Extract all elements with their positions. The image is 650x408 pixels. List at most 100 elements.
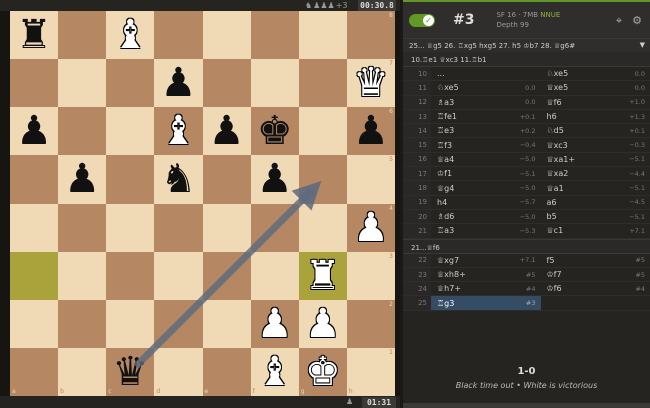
- square-c5[interactable]: [106, 155, 155, 204]
- variation-line-2[interactable]: 21...♕f6: [403, 238, 650, 254]
- square-d7[interactable]: ♟: [154, 59, 203, 108]
- white-move[interactable]: ♕g4 −5.0: [431, 181, 541, 194]
- white-queen-icon[interactable]: ♛: [347, 59, 395, 107]
- black-move[interactable]: ♕f6 +1.0: [541, 96, 650, 109]
- square-c7[interactable]: [106, 59, 155, 108]
- square-b3[interactable]: [58, 251, 107, 300]
- square-g1[interactable]: g ♚: [298, 347, 347, 396]
- square-a3[interactable]: [10, 251, 59, 300]
- square-h6[interactable]: 6 ♟: [346, 107, 395, 156]
- white-move[interactable]: ♖g3 #3: [431, 296, 541, 310]
- square-g4[interactable]: [298, 203, 347, 252]
- square-h4[interactable]: 4 ♟: [346, 203, 395, 252]
- square-h2[interactable]: 2: [346, 299, 395, 348]
- black-pawn-icon[interactable]: ♟: [154, 59, 202, 107]
- variation-line-1[interactable]: 10.♖e1 ♕xc3 11.♖b1: [403, 52, 650, 67]
- black-move[interactable]: f5 #5: [541, 254, 650, 267]
- square-f4[interactable]: [250, 203, 299, 252]
- square-h7[interactable]: 7 ♛: [346, 59, 395, 108]
- white-move[interactable]: ♖e3 +0.2: [431, 124, 541, 137]
- square-c3[interactable]: [106, 251, 155, 300]
- square-e3[interactable]: [202, 251, 251, 300]
- square-d4[interactable]: [154, 203, 203, 252]
- square-a5[interactable]: [10, 155, 59, 204]
- square-f2[interactable]: ♟: [250, 299, 299, 348]
- white-move[interactable]: ♖fe1 +0.1: [431, 110, 541, 123]
- white-rook-icon[interactable]: ♜: [299, 252, 347, 300]
- black-pawn-icon[interactable]: ♟: [58, 155, 106, 203]
- square-a6[interactable]: ♟: [10, 107, 59, 156]
- square-g3[interactable]: ♜: [298, 251, 347, 300]
- white-pawn-icon[interactable]: ♟: [299, 300, 347, 348]
- white-move[interactable]: h4 −5.7: [431, 196, 541, 209]
- gear-icon[interactable]: ⚙: [632, 14, 642, 28]
- square-g8[interactable]: [298, 11, 347, 60]
- white-move[interactable]: ♕xg7 +7.1: [431, 254, 541, 267]
- white-move[interactable]: ...: [431, 67, 541, 80]
- square-b8[interactable]: [58, 11, 107, 60]
- square-d8[interactable]: [154, 11, 203, 60]
- square-f5[interactable]: ♟: [250, 155, 299, 204]
- principal-variation[interactable]: 25... ♕g5 26. ♖xg5 hxg5 27. h5 ♔b7 28. ♕…: [403, 38, 650, 52]
- black-move[interactable]: ♕c1 +7.1: [541, 224, 650, 237]
- black-move[interactable]: ♘xe5 0.0: [541, 67, 650, 80]
- black-move[interactable]: ♔f6 #4: [541, 282, 650, 295]
- black-move[interactable]: ♕xa2 −4.4: [541, 167, 650, 180]
- white-move[interactable]: ♖f3 −0.4: [431, 138, 541, 151]
- black-move[interactable]: h6 +1.3: [541, 110, 650, 123]
- square-e6[interactable]: ♟: [202, 107, 251, 156]
- black-move[interactable]: ♔f7 #5: [541, 268, 650, 281]
- square-g5[interactable]: [298, 155, 347, 204]
- white-pawn-icon[interactable]: ♟: [251, 300, 299, 348]
- white-bishop-icon[interactable]: ♝: [106, 11, 154, 59]
- square-e8[interactable]: [202, 11, 251, 60]
- white-bishop-icon[interactable]: ♝: [154, 107, 202, 155]
- square-b5[interactable]: ♟: [58, 155, 107, 204]
- white-move[interactable]: ♕h7+ #4: [431, 282, 541, 295]
- white-move[interactable]: ♖a3 −5.3: [431, 224, 541, 237]
- black-move[interactable]: ♕xc3 −0.3: [541, 138, 650, 151]
- square-d6[interactable]: ♝: [154, 107, 203, 156]
- square-d2[interactable]: [154, 299, 203, 348]
- square-a2[interactable]: [10, 299, 59, 348]
- black-move[interactable]: ♕a1 −5.1: [541, 181, 650, 194]
- square-f1[interactable]: f ♝: [250, 347, 299, 396]
- caret-down-icon[interactable]: ▼: [640, 41, 645, 49]
- square-h3[interactable]: 3: [346, 251, 395, 300]
- square-c1[interactable]: c ♛: [106, 347, 155, 396]
- square-d5[interactable]: ♞: [154, 155, 203, 204]
- square-b2[interactable]: [58, 299, 107, 348]
- square-h1[interactable]: 1h: [346, 347, 395, 396]
- square-c4[interactable]: [106, 203, 155, 252]
- square-g6[interactable]: [298, 107, 347, 156]
- square-b7[interactable]: [58, 59, 107, 108]
- square-d3[interactable]: [154, 251, 203, 300]
- square-d1[interactable]: d: [154, 347, 203, 396]
- white-move[interactable]: ♕a4 −5.0: [431, 153, 541, 166]
- square-h8[interactable]: 8: [346, 11, 395, 60]
- square-b4[interactable]: [58, 203, 107, 252]
- black-move[interactable]: a6 −4.5: [541, 196, 650, 209]
- square-c2[interactable]: [106, 299, 155, 348]
- chess-board[interactable]: ♜ ♝ 8 ♟ 7 ♛ ♟ ♝ ♟ ♚ 6 ♟ ♟ ♞ ♟ 5 4 ♟ ♜ 3 ♟ ♟ 2 a b c ♛ d e f ♝ g ♚ 1 h: [10, 11, 395, 396]
- square-e2[interactable]: [202, 299, 251, 348]
- square-h5[interactable]: 5: [346, 155, 395, 204]
- square-f6[interactable]: ♚: [250, 107, 299, 156]
- square-a4[interactable]: [10, 203, 59, 252]
- black-move[interactable]: ♘d5 +0.1: [541, 124, 650, 137]
- square-b6[interactable]: [58, 107, 107, 156]
- white-pawn-icon[interactable]: ♟: [347, 204, 395, 252]
- square-b1[interactable]: b: [58, 347, 107, 396]
- black-move[interactable]: ♕xe5 0.0: [541, 81, 650, 94]
- square-a7[interactable]: [10, 59, 59, 108]
- white-move[interactable]: ♗a3 0.0: [431, 96, 541, 109]
- square-e7[interactable]: [202, 59, 251, 108]
- square-c8[interactable]: ♝: [106, 11, 155, 60]
- square-a1[interactable]: a: [10, 347, 59, 396]
- black-move[interactable]: b5 −5.1: [541, 210, 650, 223]
- square-e4[interactable]: [202, 203, 251, 252]
- square-g2[interactable]: ♟: [298, 299, 347, 348]
- black-pawn-icon[interactable]: ♟: [251, 155, 299, 203]
- square-a8[interactable]: ♜: [10, 11, 59, 60]
- white-king-icon[interactable]: ♚: [299, 348, 347, 396]
